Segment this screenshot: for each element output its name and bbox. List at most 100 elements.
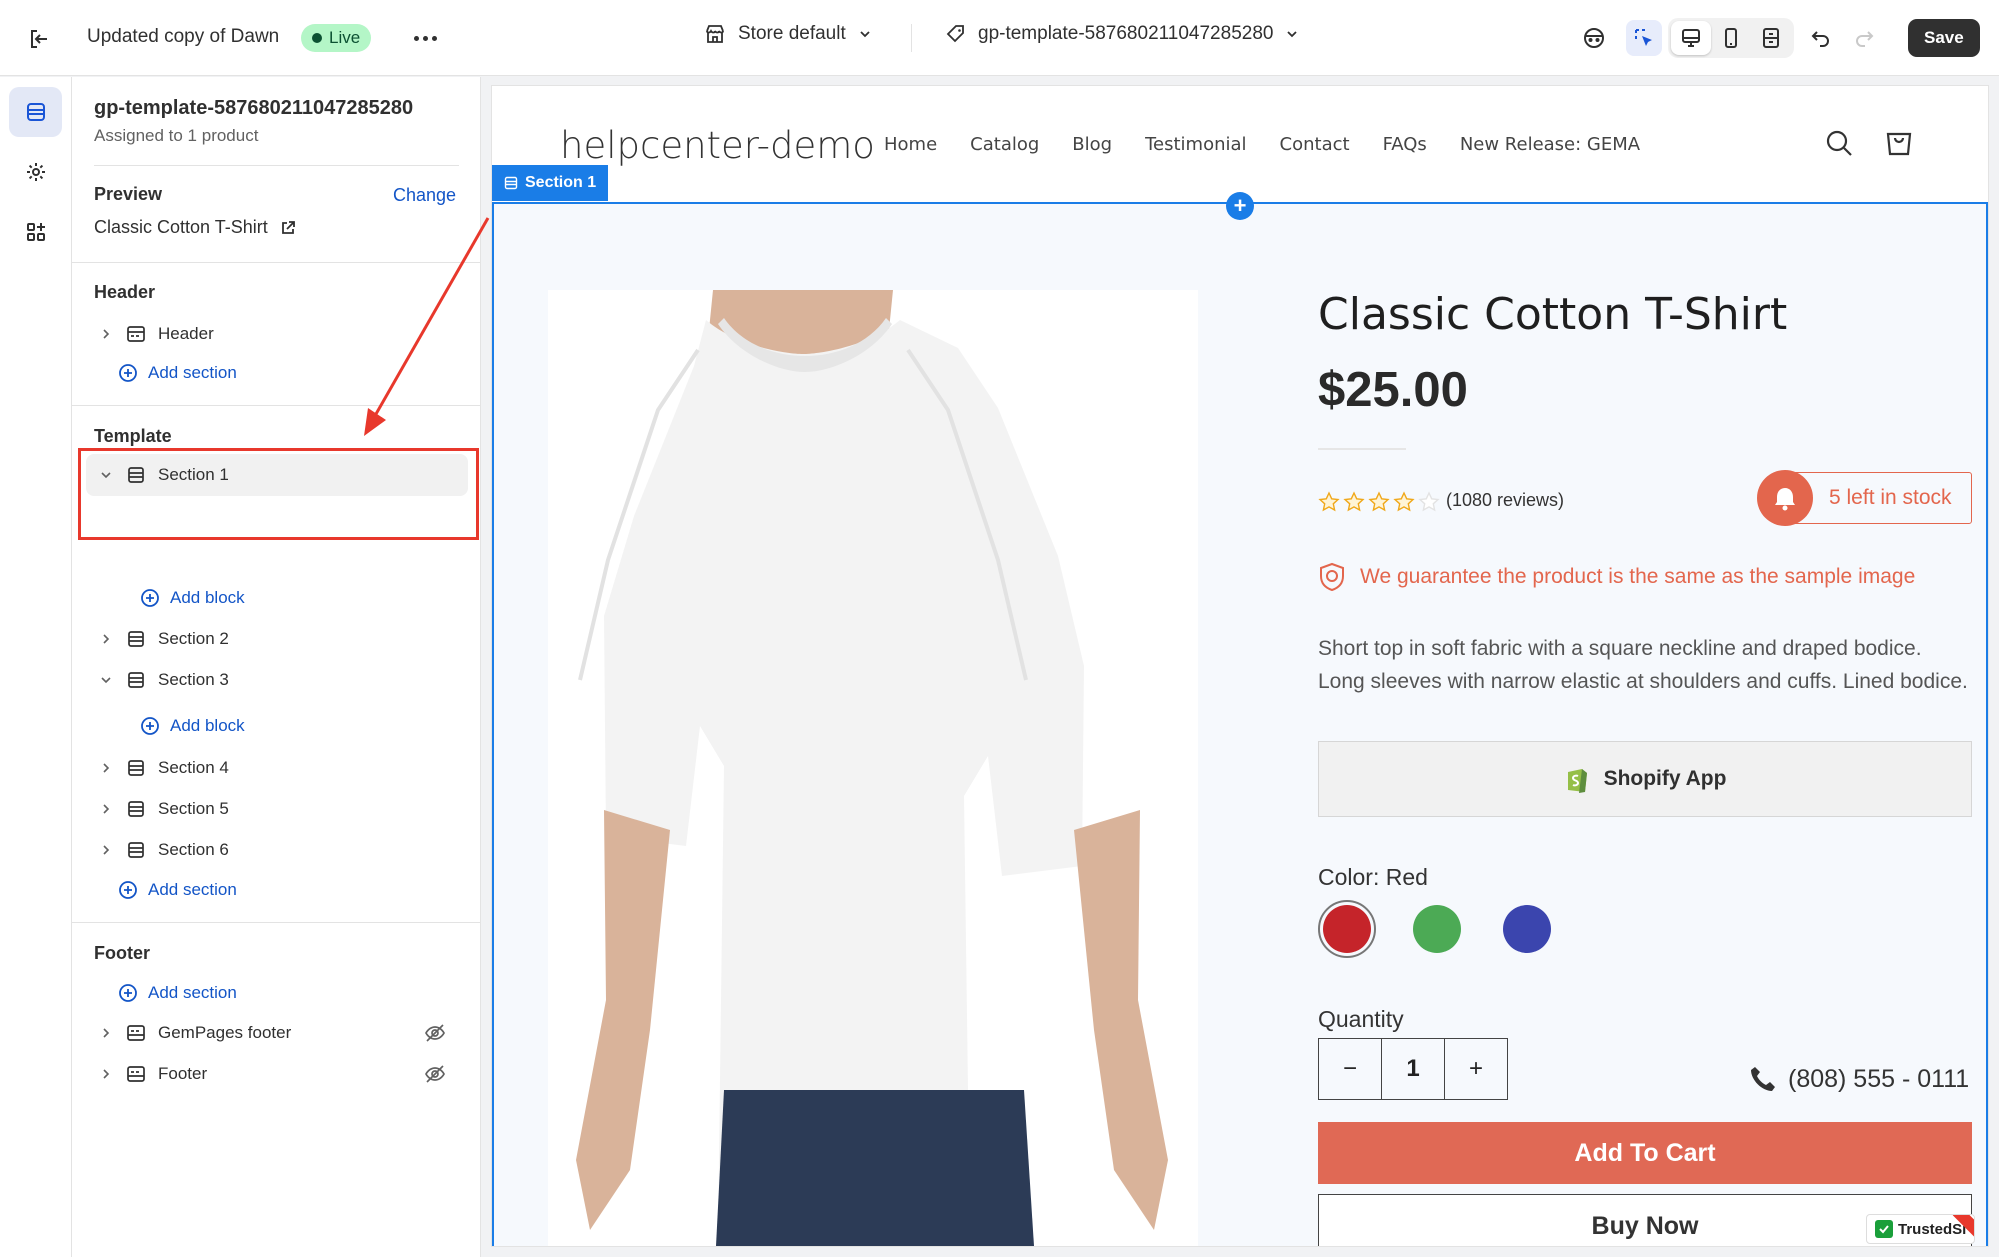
nav-link-catalog[interactable]: Catalog [970, 134, 1039, 155]
plus-circle-icon [141, 589, 159, 607]
footer-icon [126, 1064, 146, 1084]
more-options-icon[interactable] [410, 25, 440, 51]
shopify-app-label: Shopify App [1603, 767, 1727, 790]
tree-item-section-2[interactable]: Section 2 [86, 618, 468, 660]
quantity-label: Quantity [1318, 1006, 1404, 1032]
trusted-site-badge[interactable]: TrustedSi [1866, 1214, 1976, 1244]
nav-link-faqs[interactable]: FAQs [1383, 134, 1427, 155]
hidden-eye-icon[interactable] [424, 1022, 446, 1044]
product-image[interactable] [548, 290, 1198, 1246]
nav-link-contact[interactable]: Contact [1280, 134, 1350, 155]
redo-icon[interactable] [1846, 20, 1882, 56]
template-select[interactable]: gp-template-587680211047285280 [946, 23, 1299, 45]
trusted-site-label: TrustedSi [1898, 1220, 1967, 1238]
fullscreen-icon[interactable] [1751, 21, 1791, 55]
apps-icon[interactable] [9, 207, 62, 257]
nav-link-home[interactable]: Home [884, 134, 937, 155]
bell-icon [1757, 470, 1813, 526]
divider [72, 922, 481, 923]
add-block-label: Add block [170, 716, 245, 735]
section-label-tag[interactable]: Section 1 [492, 165, 609, 201]
search-icon[interactable] [1824, 128, 1854, 158]
tree-item-label: Section 3 [158, 670, 229, 689]
annotation-highlight-box [78, 448, 479, 540]
add-section-label: Add section [148, 983, 237, 1002]
quantity-input[interactable]: 1 [1381, 1039, 1444, 1099]
phone-contact[interactable]: (808) 555 - 0111 [1748, 1064, 1969, 1094]
template-title: gp-template-587680211047285280 [94, 97, 414, 119]
tree-item-label: GemPages footer [158, 1023, 292, 1042]
shopify-app-block[interactable]: Shopify App [1318, 741, 1972, 817]
settings-gear-icon[interactable] [9, 147, 62, 197]
rating-stars [1318, 491, 1440, 513]
add-section-button[interactable]: Add section [118, 880, 237, 900]
divider [94, 165, 459, 166]
left-rail [0, 77, 72, 1257]
tree-item-section-6[interactable]: Section 6 [86, 829, 468, 871]
change-preview-link[interactable]: Change [393, 185, 456, 206]
preview-product-name: Classic Cotton T-Shirt [94, 217, 268, 237]
tree-item-gempages-footer[interactable]: GemPages footer [86, 1012, 468, 1054]
add-section-label: Add section [148, 880, 237, 899]
chevron-down-icon [94, 674, 118, 686]
mobile-icon[interactable] [1711, 21, 1751, 55]
tree-item-footer[interactable]: Footer [86, 1053, 468, 1095]
store-logo[interactable]: helpcenter-demo [560, 124, 875, 167]
color-swatch[interactable] [1498, 900, 1556, 958]
product-price: $25.00 [1318, 363, 1468, 417]
chevron-right-icon [94, 1027, 118, 1039]
phone-number: (808) 555 - 0111 [1788, 1064, 1970, 1093]
hidden-eye-icon[interactable] [424, 1063, 446, 1085]
footer-icon [126, 1023, 146, 1043]
live-badge: Live [301, 24, 372, 52]
add-block-button[interactable]: Add block [140, 588, 245, 608]
exit-icon[interactable] [24, 24, 54, 54]
plus-circle-icon [119, 364, 137, 382]
live-label: Live [329, 28, 361, 47]
store-nav: Home Catalog Blog Testimonial Contact FA… [884, 134, 1673, 155]
color-swatch[interactable] [1318, 900, 1376, 958]
save-button[interactable]: Save [1908, 19, 1980, 57]
chevron-right-icon [94, 844, 118, 856]
preview-product[interactable]: Classic Cotton T-Shirt [94, 217, 296, 238]
tree-item-label: Section 4 [158, 758, 229, 777]
store-select-label: Store default [738, 23, 846, 44]
review-count[interactable]: (1080 reviews) [1446, 490, 1564, 511]
add-section-button[interactable]: Add section [118, 363, 237, 383]
tree-item-section-3[interactable]: Section 3 [86, 659, 468, 701]
quantity-increase-button[interactable]: + [1444, 1039, 1507, 1099]
store-select[interactable]: Store default [704, 23, 872, 45]
description-line: Short top in soft fabric with a square n… [1318, 637, 1922, 660]
preview-heading: Preview [94, 184, 163, 204]
add-section-button[interactable]: Add section [118, 983, 237, 1003]
live-dot [312, 33, 322, 43]
nav-link-new-release[interactable]: New Release: GEMA [1460, 134, 1640, 155]
nav-link-blog[interactable]: Blog [1072, 134, 1112, 155]
section-icon [126, 799, 146, 819]
layers-icon[interactable] [9, 87, 62, 137]
nav-link-testimonial[interactable]: Testimonial [1145, 134, 1246, 155]
undo-icon[interactable] [1803, 20, 1839, 56]
desktop-icon[interactable] [1671, 21, 1711, 55]
plus-circle-icon [119, 881, 137, 899]
cart-icon[interactable] [1884, 128, 1914, 158]
footer-heading: Footer [94, 943, 150, 963]
add-to-cart-button[interactable]: Add To Cart [1318, 1122, 1972, 1184]
color-swatch[interactable] [1408, 900, 1466, 958]
star-icon [1343, 491, 1365, 512]
quantity-decrease-button[interactable]: − [1319, 1039, 1381, 1099]
preview-mask-icon[interactable] [1576, 20, 1612, 56]
tree-item-section-4[interactable]: Section 4 [86, 747, 468, 789]
tree-item-section-5[interactable]: Section 5 [86, 788, 468, 830]
header-heading: Header [94, 282, 156, 302]
select-cursor-icon[interactable] [1626, 20, 1662, 56]
swatch-fill [1503, 905, 1551, 953]
add-section-plus-icon[interactable]: + [1226, 192, 1254, 220]
tree-item-label: Header [158, 324, 214, 343]
storefront-preview: helpcenter-demo Home Catalog Blog Testim… [492, 86, 1988, 1246]
tag-icon [946, 25, 964, 43]
add-block-label: Add block [170, 588, 245, 607]
section-icon [504, 176, 518, 190]
plus-circle-icon [119, 984, 137, 1002]
add-block-button[interactable]: Add block [140, 716, 245, 736]
